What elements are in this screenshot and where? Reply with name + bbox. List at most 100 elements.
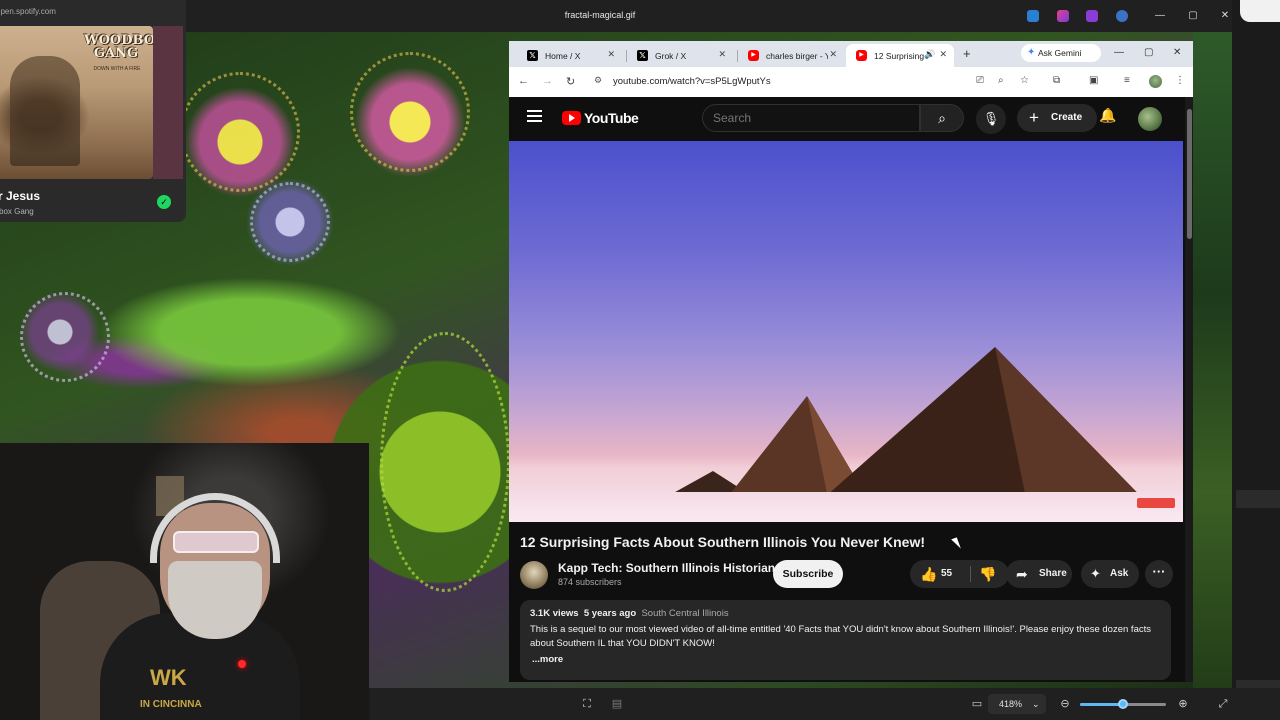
webcam-overlay: WK IN CINCINNA [0, 443, 369, 720]
video-title: 12 Surprising Facts About Southern Illin… [520, 534, 926, 550]
search-box[interactable] [702, 104, 920, 132]
zoom-level-value: 418% [999, 699, 1023, 709]
tab-strip: 𝕏 Home / X ✕ 𝕏 Grok / X ✕ ▶ charles birg… [509, 41, 1193, 67]
fullscreen-icon[interactable]: ⤢ [1216, 697, 1230, 711]
install-app-icon[interactable]: ⎚ [976, 75, 984, 86]
like-dislike-group: 👍 55 👎 [910, 560, 1009, 588]
chevron-down-icon: ⌄ [1032, 699, 1040, 709]
close-icon[interactable]: ✕ [939, 49, 947, 60]
ask-gemini-label: Ask Gemini [1038, 48, 1082, 58]
reload-icon[interactable]: ↻ [566, 75, 575, 88]
chrome-window: 𝕏 Home / X ✕ 𝕏 Grok / X ✕ ▶ charles birg… [509, 41, 1193, 682]
back-arrow-icon[interactable]: ← [518, 75, 529, 87]
create-button[interactable]: + Create [1017, 104, 1097, 132]
youtube-logo-icon[interactable] [562, 111, 581, 125]
notifications-bell-icon[interactable]: 🔔 [1099, 107, 1116, 124]
chrome-menu-icon[interactable]: ⋮ [1175, 75, 1185, 86]
chrome-maximize-button[interactable]: ▢ [1144, 47, 1153, 58]
viewer-minimize-button[interactable]: — [1150, 8, 1170, 24]
plus-icon: + [1029, 108, 1039, 127]
paint-icon[interactable] [1057, 10, 1069, 22]
track-title[interactable]: r Jesus [0, 189, 40, 203]
profile-avatar[interactable] [1149, 75, 1162, 88]
side-window-bar [1236, 490, 1280, 508]
fractal-image-edge [1193, 32, 1233, 688]
subscriber-count: 874 subscribers [558, 577, 622, 587]
youtube-logo-text[interactable]: YouTube [584, 110, 639, 126]
thumbs-down-icon[interactable]: 👎 [979, 560, 996, 588]
tab-12-surprising[interactable]: ▶ 12 Surprising 🔊 ✕ [846, 44, 954, 67]
ask-gemini-button[interactable]: ✦ Ask Gemini [1021, 44, 1101, 62]
description-box[interactable]: 3.1K views 5 years ago South Central Ill… [520, 600, 1171, 680]
zoom-out-icon[interactable]: ⊖ [1058, 697, 1072, 711]
zoom-in-icon[interactable]: ⊕ [1176, 697, 1190, 711]
description-more-link[interactable]: ...more [532, 654, 563, 665]
site-info-icon[interactable]: ⚙ [594, 75, 602, 86]
tab-label: Home / X [545, 51, 581, 61]
tab-home-x[interactable]: 𝕏 Home / X ✕ [517, 44, 622, 67]
fit-to-window-icon[interactable]: ▭ [970, 697, 984, 711]
search-button[interactable]: ⌕ [920, 104, 964, 132]
video-player[interactable] [509, 141, 1183, 522]
thumbs-up-icon[interactable]: 👍 [920, 560, 937, 588]
viewer-maximize-button[interactable]: ▢ [1183, 8, 1203, 24]
video-editor-icon[interactable] [1086, 10, 1098, 22]
ask-button[interactable]: ✦ Ask [1081, 560, 1139, 588]
cloud-off-icon[interactable] [1116, 10, 1128, 22]
zoom-slider-fill [1080, 703, 1123, 706]
saved-check-icon[interactable]: ✓ [157, 195, 171, 209]
extensions-icon[interactable]: ⧉ [1053, 75, 1060, 86]
channel-avatar[interactable] [520, 561, 548, 589]
subscribe-watermark[interactable] [1137, 498, 1175, 508]
channel-name[interactable]: Kapp Tech: Southern Illinois Historian [558, 561, 775, 575]
gemini-sparkle-icon: ✦ [1027, 47, 1036, 58]
zoom-icon[interactable]: ⌕ [998, 75, 1004, 86]
new-tab-button[interactable]: + [963, 46, 971, 61]
close-icon[interactable]: ✕ [829, 49, 837, 60]
share-label: Share [1039, 568, 1067, 579]
view-count: 3.1K views [530, 608, 579, 619]
album-art-edge [153, 26, 183, 179]
youtube-page: YouTube ⌕ 🎙 + Create 🔔 [509, 97, 1193, 682]
reading-mode-icon[interactable]: ▣ [1089, 75, 1098, 86]
forward-arrow-icon[interactable]: → [542, 75, 553, 87]
visual-search-icon[interactable]: ⛶ [580, 697, 594, 711]
video-ground [509, 492, 1183, 522]
account-avatar[interactable] [1138, 107, 1162, 131]
share-button[interactable]: ➦ Share [1006, 560, 1072, 588]
side-window-tab[interactable] [1240, 0, 1280, 22]
hamburger-menu-icon[interactable] [527, 110, 542, 122]
edit-image-icon[interactable] [1027, 10, 1039, 22]
url-bar[interactable]: youtube.com/watch?v=sP5LgWputYs [613, 76, 771, 87]
spotify-miniplayer: open.spotify.com WOODBOX GANG DOWN WITH … [0, 0, 186, 222]
audio-playing-icon[interactable]: 🔊 [924, 49, 935, 60]
description-meta: 3.1K views 5 years ago South Central Ill… [530, 608, 729, 619]
media-controls-icon[interactable]: ≡ [1124, 75, 1130, 86]
close-icon[interactable]: ✕ [718, 49, 726, 60]
album-art[interactable]: WOODBOX GANG DOWN WITH A FIRE [0, 26, 153, 179]
zoom-slider-thumb[interactable] [1118, 699, 1128, 709]
page-scrollbar[interactable] [1185, 97, 1193, 682]
album-art-figure [10, 56, 80, 166]
scrollbar-thumb[interactable] [1187, 109, 1192, 239]
chrome-close-button[interactable]: ✕ [1173, 47, 1181, 58]
zoom-slider[interactable] [1080, 699, 1166, 709]
chrome-minimize-button[interactable]: — [1114, 47, 1124, 58]
subscribe-button[interactable]: Subscribe [773, 560, 843, 588]
side-window-edge [1232, 0, 1280, 720]
bookmark-star-icon[interactable]: ☆ [1020, 75, 1029, 86]
album-art-band-name: WOODBOX GANG [84, 33, 153, 61]
pyramids-scene [659, 347, 1157, 513]
tab-charles-birger[interactable]: ▶ charles birger - Yo ✕ [738, 44, 844, 67]
fractal-ring [250, 182, 330, 262]
search-input[interactable] [713, 111, 903, 125]
location-tag[interactable]: South Central Illinois [641, 608, 728, 619]
tab-grok-x[interactable]: 𝕏 Grok / X ✕ [627, 44, 733, 67]
more-actions-button[interactable]: ··· [1145, 560, 1173, 588]
voice-search-button[interactable]: 🎙 [976, 104, 1006, 134]
like-count[interactable]: 55 [941, 560, 952, 588]
close-icon[interactable]: ✕ [607, 49, 615, 60]
text-extract-icon[interactable]: ▤ [610, 697, 624, 711]
zoom-level-dropdown[interactable]: 418% ⌄ [988, 694, 1046, 714]
track-artist[interactable]: box Gang [0, 207, 34, 216]
